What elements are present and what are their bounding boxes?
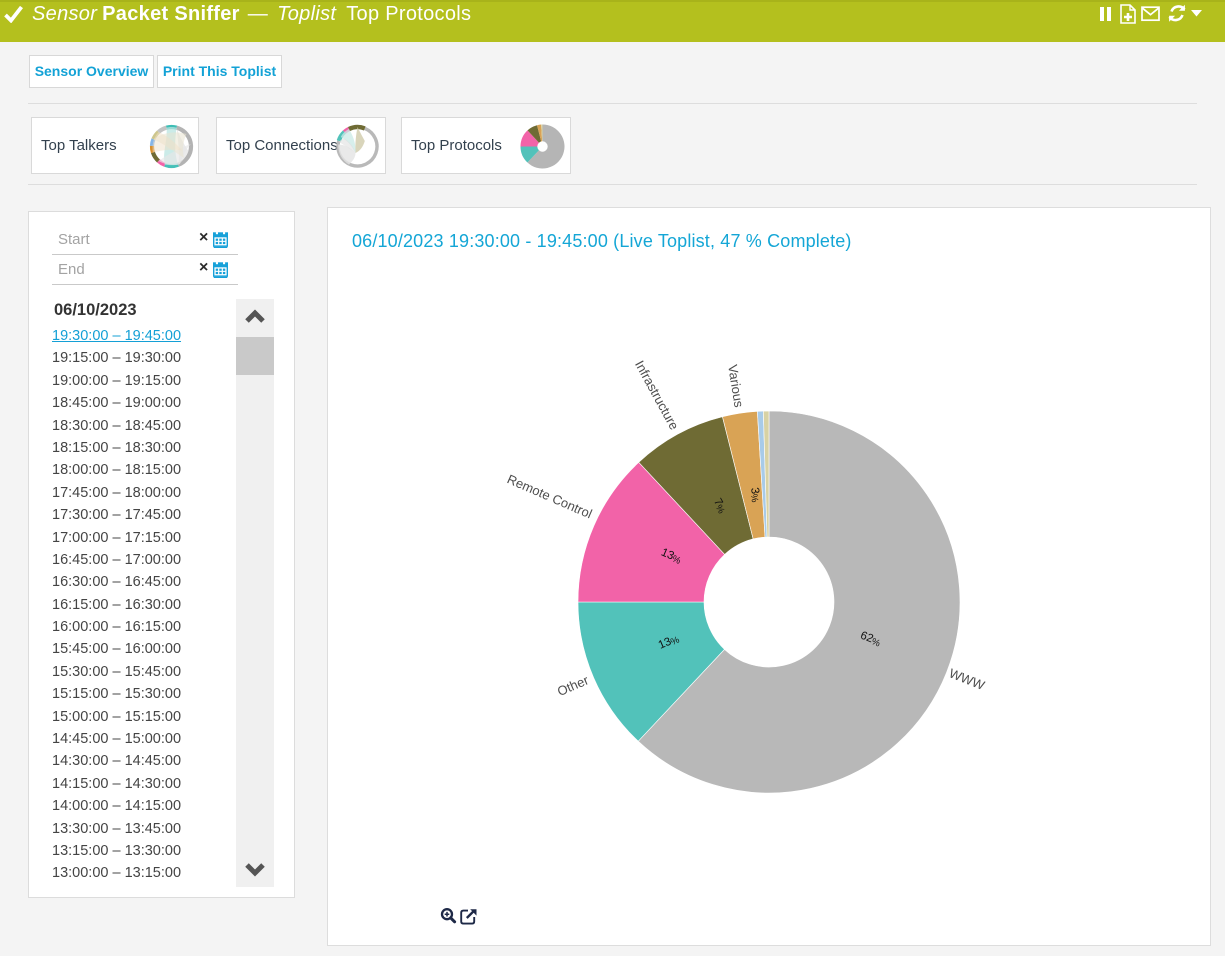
svg-text:WWW: WWW — [947, 665, 987, 693]
svg-text:3%: 3% — [747, 487, 762, 504]
svg-text:Remote Control: Remote Control — [505, 471, 595, 521]
svg-text:Various: Various — [725, 363, 747, 408]
svg-text:Infrastructure: Infrastructure — [632, 358, 682, 432]
svg-text:Other: Other — [555, 672, 591, 699]
